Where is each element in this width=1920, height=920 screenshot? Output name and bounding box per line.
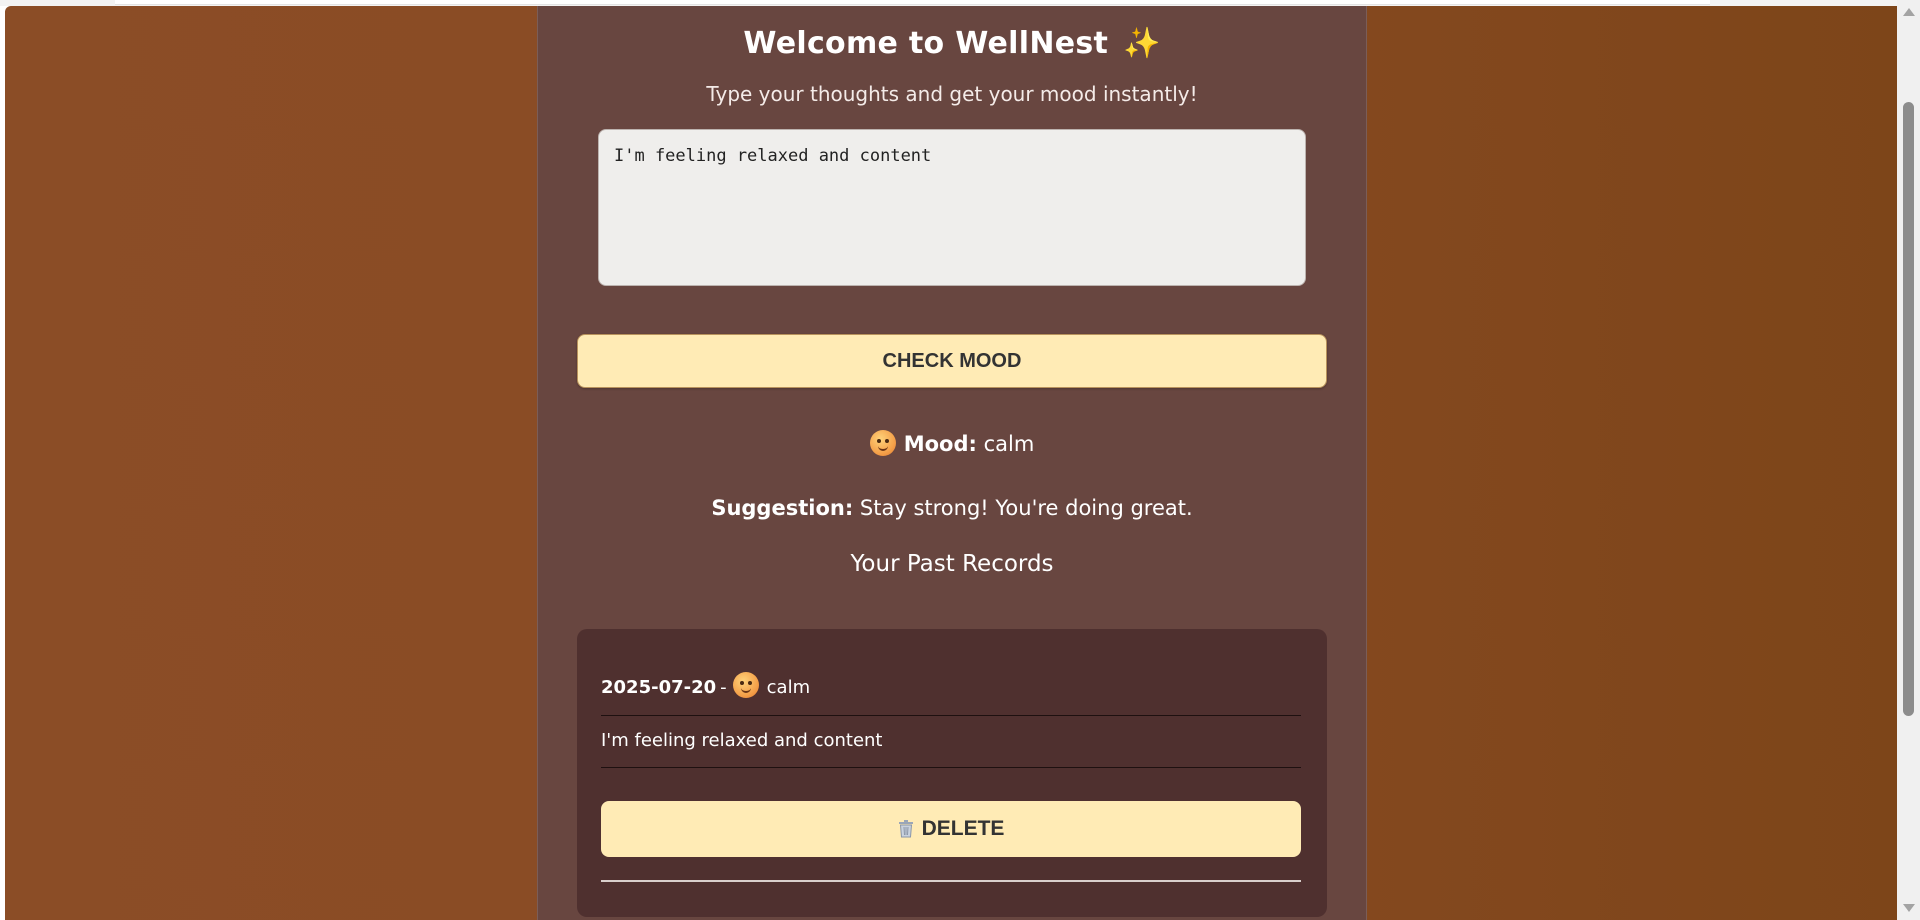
record-divider [601,715,1301,716]
page-subtitle: Type your thoughts and get your mood ins… [706,82,1198,106]
record-header: 2025-07-20- calm [601,672,810,698]
thoughts-textarea[interactable] [598,129,1306,286]
past-records-title: Your Past Records [850,551,1054,577]
mood-result: Mood: calm [538,430,1366,456]
scroll-down-arrow-icon[interactable] [1903,904,1915,912]
top-strip-inner [115,0,1710,5]
record-date: 2025-07-20 [601,677,717,698]
main-card: Welcome to WellNest ✨ Type your thoughts… [537,6,1367,920]
past-records-list: 2025-07-20- calm I'm feeling relaxed and … [577,629,1327,917]
thoughts-input-wrapper [598,129,1306,286]
vertical-scrollbar[interactable] [1897,0,1920,920]
record-text: I'm feeling relaxed and content [601,730,883,751]
sparkles-icon: ✨ [1122,26,1161,61]
suggestion-value: Stay strong! You're doing great. [859,496,1193,520]
trash-icon [898,820,913,838]
page-title-text: Welcome to WellNest [743,26,1109,61]
check-mood-button[interactable]: CHECK MOOD [577,334,1327,388]
record-mood: calm [766,677,811,698]
record-bottom-divider [601,880,1301,882]
calm-face-icon [869,430,896,456]
mood-label: Mood: [903,432,977,456]
page-title: Welcome to WellNest ✨ [538,26,1366,61]
scrollbar-thumb[interactable] [1903,102,1914,716]
suggestion-label: Suggestion: [711,496,854,520]
suggestion-result: Suggestion: Stay strong! You're doing gr… [538,496,1366,520]
calm-face-icon [732,672,759,698]
app-background: Welcome to WellNest ✨ Type your thoughts… [5,6,1897,920]
mood-value: calm [983,432,1035,456]
delete-record-button[interactable]: DELETE [601,801,1301,857]
record-divider [601,767,1301,768]
record-item: 2025-07-20- calm I'm feeling relaxed and … [601,629,1301,917]
delete-button-label: DELETE [921,817,1005,840]
record-separator: - [720,677,727,698]
scroll-up-arrow-icon[interactable] [1903,8,1915,16]
